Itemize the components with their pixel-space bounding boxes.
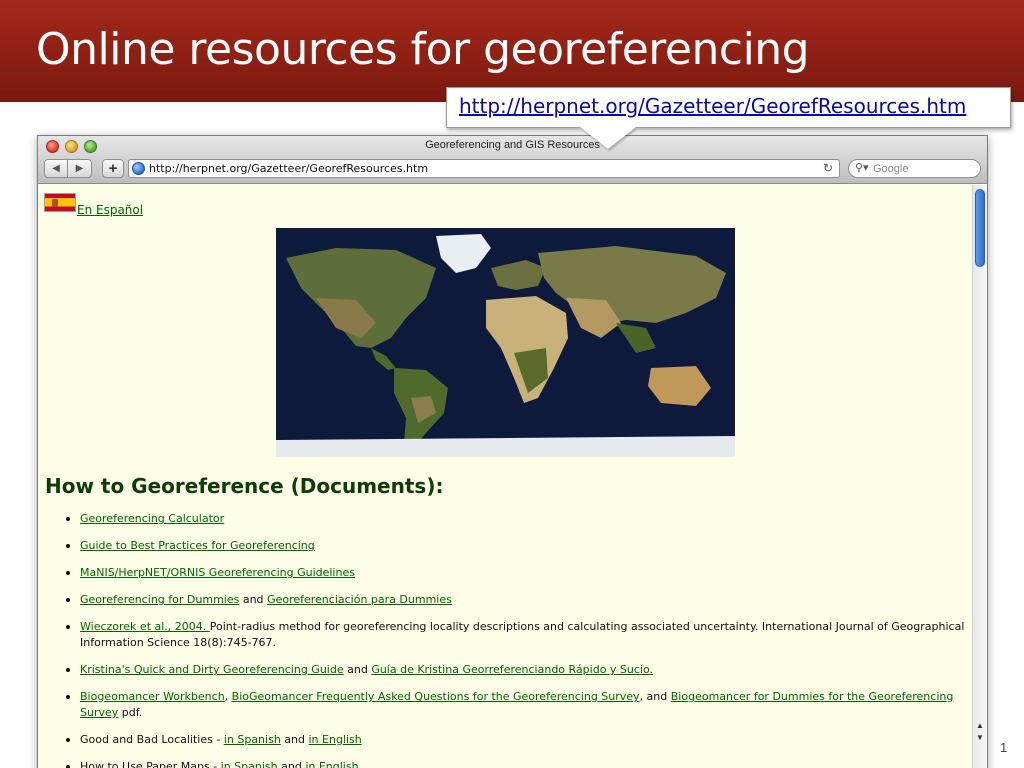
resource-link[interactable]: Georeferenciación para Dummies — [267, 593, 452, 606]
vertical-scrollbar[interactable]: ▲ ▼ — [972, 185, 987, 768]
resource-text: and — [277, 760, 306, 768]
address-url: http://herpnet.org/Gazetteer/GeorefResou… — [149, 162, 429, 175]
back-button[interactable]: ◀ — [44, 159, 68, 178]
list-item: Georeferencing for Dummies and Georefere… — [62, 592, 967, 608]
resource-link[interactable]: Guide to Best Practices for Georeferenci… — [80, 539, 315, 552]
section-heading: How to Georeference (Documents): — [45, 474, 444, 498]
list-item: Guide to Best Practices for Georeferenci… — [62, 538, 967, 554]
world-map-svg — [276, 228, 735, 457]
flag-emblem — [52, 199, 58, 207]
resource-link[interactable]: Georeferencing Calculator — [80, 512, 224, 525]
resource-link[interactable]: Kristina's Quick and Dirty Georeferencin… — [80, 663, 344, 676]
slide-number: 1 — [1000, 740, 1008, 755]
callout-tail — [580, 127, 636, 149]
list-item: Kristina's Quick and Dirty Georeferencin… — [62, 662, 967, 678]
resource-text: pdf. — [118, 706, 143, 719]
resource-link[interactable]: in Spanish — [224, 733, 281, 746]
resource-list: Georeferencing Calculator Guide to Best P… — [62, 511, 967, 768]
callout-url: http://herpnet.org/Gazetteer/GeorefResou… — [459, 94, 967, 118]
resource-link[interactable]: in Spanish — [221, 760, 278, 768]
world-map-image — [276, 228, 735, 457]
resource-link[interactable]: BioGeomancer Frequently Asked Questions … — [232, 690, 640, 703]
scroll-up-arrow-icon[interactable]: ▲ — [975, 721, 985, 731]
list-item: Wieczorek et al., 2004. Point-radius met… — [62, 619, 967, 651]
scroll-down-arrow-icon[interactable]: ▼ — [975, 733, 985, 743]
resource-text: and — [239, 593, 268, 606]
resource-link[interactable]: in English — [305, 760, 358, 768]
page-content: En Español How to Georeference (Document… — [38, 185, 973, 768]
resource-link[interactable]: in English — [309, 733, 362, 746]
forward-arrow-icon: ▶ — [75, 163, 84, 174]
search-placeholder: Google — [873, 163, 909, 175]
resource-text: and — [280, 733, 309, 746]
resource-link[interactable]: Wieczorek et al., 2004. — [80, 620, 210, 633]
back-arrow-icon: ◀ — [52, 163, 60, 174]
forward-button[interactable]: ▶ — [68, 159, 92, 178]
list-item: Biogeomancer Workbench, BioGeomancer Fre… — [62, 689, 967, 721]
scroll-thumb[interactable] — [975, 189, 985, 267]
list-item: Good and Bad Localities - in Spanish and… — [62, 732, 967, 748]
resource-link[interactable]: Georeferencing for Dummies — [80, 593, 239, 606]
globe-icon — [132, 162, 145, 175]
nav-buttons: ◀ ▶ — [44, 159, 92, 178]
browser-toolbar: Georeferencing and GIS Resources ◀ ▶ + h… — [38, 136, 987, 184]
resource-text: , — [224, 690, 232, 703]
resource-text: , and — [639, 690, 671, 703]
browser-window: Georeferencing and GIS Resources ◀ ▶ + h… — [37, 135, 988, 768]
url-callout: http://herpnet.org/Gazetteer/GeorefResou… — [446, 87, 1011, 128]
window-title: Georeferencing and GIS Resources — [425, 139, 600, 151]
list-item: MaNIS/HerpNET/ORNIS Georeferencing Guide… — [62, 565, 967, 581]
resource-link[interactable]: Biogeomancer Workbench — [80, 690, 225, 703]
list-item: How to Use Paper Maps - in Spanish and i… — [62, 759, 967, 768]
reload-icon[interactable]: ↻ — [823, 161, 833, 175]
address-bar[interactable]: http://herpnet.org/Gazetteer/GeorefResou… — [128, 159, 840, 178]
plus-icon: + — [108, 160, 118, 177]
slide-title: Online resources for georeferencing — [36, 24, 810, 75]
spanish-language-link[interactable]: En Español — [77, 203, 143, 217]
resource-link[interactable]: MaNIS/HerpNET/ORNIS Georeferencing Guide… — [80, 566, 355, 579]
search-input[interactable]: ⚲▾ Google — [848, 159, 981, 178]
spain-flag-icon[interactable] — [44, 193, 76, 212]
resource-text: Point-radius method for georeferencing l… — [80, 620, 965, 649]
resource-text: How to Use Paper Maps - — [80, 760, 221, 768]
resource-text: and — [343, 663, 372, 676]
search-icon: ⚲▾ — [855, 162, 869, 174]
resource-text: Good and Bad Localities - — [80, 733, 224, 746]
add-bookmark-button[interactable]: + — [102, 159, 124, 178]
list-item: Georeferencing Calculator — [62, 511, 967, 527]
resource-link[interactable]: Guía de Kristina Georreferenciando Rápid… — [371, 663, 653, 676]
